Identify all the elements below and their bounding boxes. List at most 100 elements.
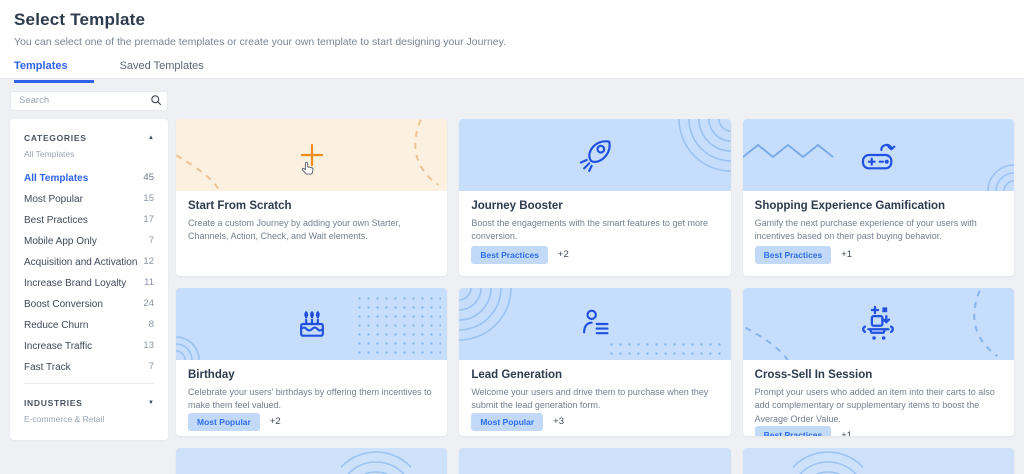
card-description: Welcome your users and drive them to pur… [471, 386, 718, 413]
birthday-cake-icon [292, 304, 332, 344]
tag-pill: Best Practices [471, 246, 548, 264]
search-icon[interactable] [150, 94, 162, 106]
tab-saved-templates[interactable]: Saved Templates [120, 60, 204, 83]
card-tags: Best Practices +2 [471, 246, 718, 266]
page-title: Select Template [14, 10, 1010, 30]
page-subtitle: You can select one of the premade templa… [14, 36, 1010, 48]
card-body: Lead Generation Welcome your users and d… [459, 360, 730, 436]
category-boost-conversion[interactable]: Boost Conversion 24 [24, 299, 154, 310]
tag-pill: Best Practices [755, 426, 832, 436]
tag-pill: Most Popular [471, 413, 543, 431]
tag-extra-count: +1 [841, 249, 852, 260]
categories-header: CATEGORIES [24, 133, 87, 143]
card-tags: Best Practices +1 [755, 246, 1002, 266]
main-content: CATEGORIES ▲ All Templates All Templates… [0, 119, 1024, 474]
gamepad-icon [856, 135, 900, 175]
circles-decoration [793, 448, 863, 474]
card-title: Shopping Experience Gamification [755, 200, 1002, 212]
circles-decoration [651, 119, 731, 191]
category-best-practices[interactable]: Best Practices 17 [24, 215, 154, 226]
card-banner [743, 119, 1014, 191]
category-reduce-churn[interactable]: Reduce Churn 8 [24, 320, 154, 331]
search-bar [10, 90, 168, 111]
dots-decoration [607, 340, 727, 356]
tab-templates[interactable]: Templates [14, 60, 94, 83]
tag-extra-count: +2 [558, 249, 569, 260]
card-title: Cross-Sell In Session [755, 369, 1002, 381]
category-count: 11 [144, 278, 154, 288]
tag-extra-count: +3 [553, 416, 564, 427]
card-title: Lead Generation [471, 369, 718, 381]
card-description: Prompt your users who added an item into… [755, 386, 1002, 427]
category-label: Best Practices [24, 215, 88, 226]
rocket-icon [575, 135, 615, 175]
template-card-birthday[interactable]: Birthday Celebrate your users' birthdays… [176, 288, 447, 436]
template-card-lead-generation[interactable]: Lead Generation Welcome your users and d… [459, 288, 730, 436]
category-label: Fast Track [24, 362, 71, 373]
category-label: Mobile App Only [24, 236, 97, 247]
industries-section-toggle[interactable]: INDUSTRIES ▼ [24, 398, 154, 408]
template-card-journey-booster[interactable]: Journey Booster Boost the engagements wi… [459, 119, 730, 276]
zigzag-decoration [743, 141, 863, 161]
tag-pill: Best Practices [755, 246, 832, 264]
category-most-popular[interactable]: Most Popular 15 [24, 194, 154, 205]
template-card-shopping-experience-gamification[interactable]: Shopping Experience Gamification Gamify … [743, 119, 1014, 276]
card-title: Journey Booster [471, 200, 718, 212]
category-increase-brand-loyalty[interactable]: Increase Brand Loyalty 11 [24, 278, 154, 289]
category-count: 24 [143, 299, 154, 309]
template-card-cross-sell-in-session[interactable]: Cross-Sell In Session Prompt your users … [743, 288, 1014, 436]
circles-decoration [341, 448, 411, 474]
lead-form-icon [575, 304, 615, 344]
template-card-partial[interactable] [743, 448, 1014, 474]
category-label: Increase Traffic [24, 341, 92, 352]
category-mobile-app-only[interactable]: Mobile App Only 7 [24, 236, 154, 247]
category-count: 15 [143, 194, 154, 204]
sidebar-divider [24, 383, 154, 384]
card-title: Start From Scratch [188, 200, 435, 212]
card-description: Boost the engagements with the smart fea… [471, 217, 718, 244]
category-label: Boost Conversion [24, 299, 103, 310]
card-tags: Best Practices +1 [755, 426, 1002, 436]
card-title: Birthday [188, 369, 435, 381]
card-body: Birthday Celebrate your users' birthdays… [176, 360, 447, 436]
card-tags: Most Popular +2 [188, 413, 435, 433]
search-input[interactable] [10, 91, 168, 111]
collapse-caret-icon: ▲ [148, 135, 154, 141]
card-banner [743, 448, 1014, 474]
tag-extra-count: +2 [270, 416, 281, 427]
circles-decoration [176, 334, 236, 360]
category-label: Reduce Churn [24, 320, 88, 331]
card-banner [459, 119, 730, 191]
category-count: 8 [149, 320, 154, 330]
template-card-start-from-scratch[interactable]: Start From Scratch Create a custom Journ… [176, 119, 447, 276]
tag-pill: Most Popular [188, 413, 260, 431]
category-acquisition-activation[interactable]: Acquisition and Activation 12 [24, 257, 154, 268]
categories-section-toggle[interactable]: CATEGORIES ▲ [24, 133, 154, 143]
category-all-templates[interactable]: All Templates 45 [24, 173, 154, 184]
categories-list: All Templates 45 Most Popular 15 Best Pr… [24, 173, 154, 373]
card-tags: Most Popular +3 [471, 413, 718, 433]
card-description: Gamify the next purchase experience of y… [755, 217, 1002, 244]
template-grid: Start From Scratch Create a custom Journ… [176, 119, 1014, 474]
circles-decoration [459, 288, 529, 348]
cart-icon [857, 303, 899, 345]
card-banner [176, 119, 447, 191]
category-count: 7 [149, 362, 154, 372]
card-banner [459, 448, 730, 474]
template-card-partial[interactable] [176, 448, 447, 474]
category-count: 12 [143, 257, 154, 267]
categories-selected-value: All Templates [24, 149, 154, 159]
expand-caret-icon: ▼ [148, 400, 154, 406]
card-description: Create a custom Journey by adding your o… [188, 217, 435, 244]
category-label: All Templates [24, 173, 88, 184]
category-fast-track[interactable]: Fast Track 7 [24, 362, 154, 373]
category-count: 17 [143, 215, 154, 225]
card-description: Celebrate your users' birthdays by offer… [188, 386, 435, 413]
category-count: 7 [149, 236, 154, 246]
template-card-partial[interactable] [459, 448, 730, 474]
category-count: 45 [143, 173, 154, 183]
industries-selected-value[interactable]: E-commerce & Retail [24, 414, 154, 424]
category-label: Most Popular [24, 194, 83, 205]
card-banner [743, 288, 1014, 360]
category-increase-traffic[interactable]: Increase Traffic 13 [24, 341, 154, 352]
